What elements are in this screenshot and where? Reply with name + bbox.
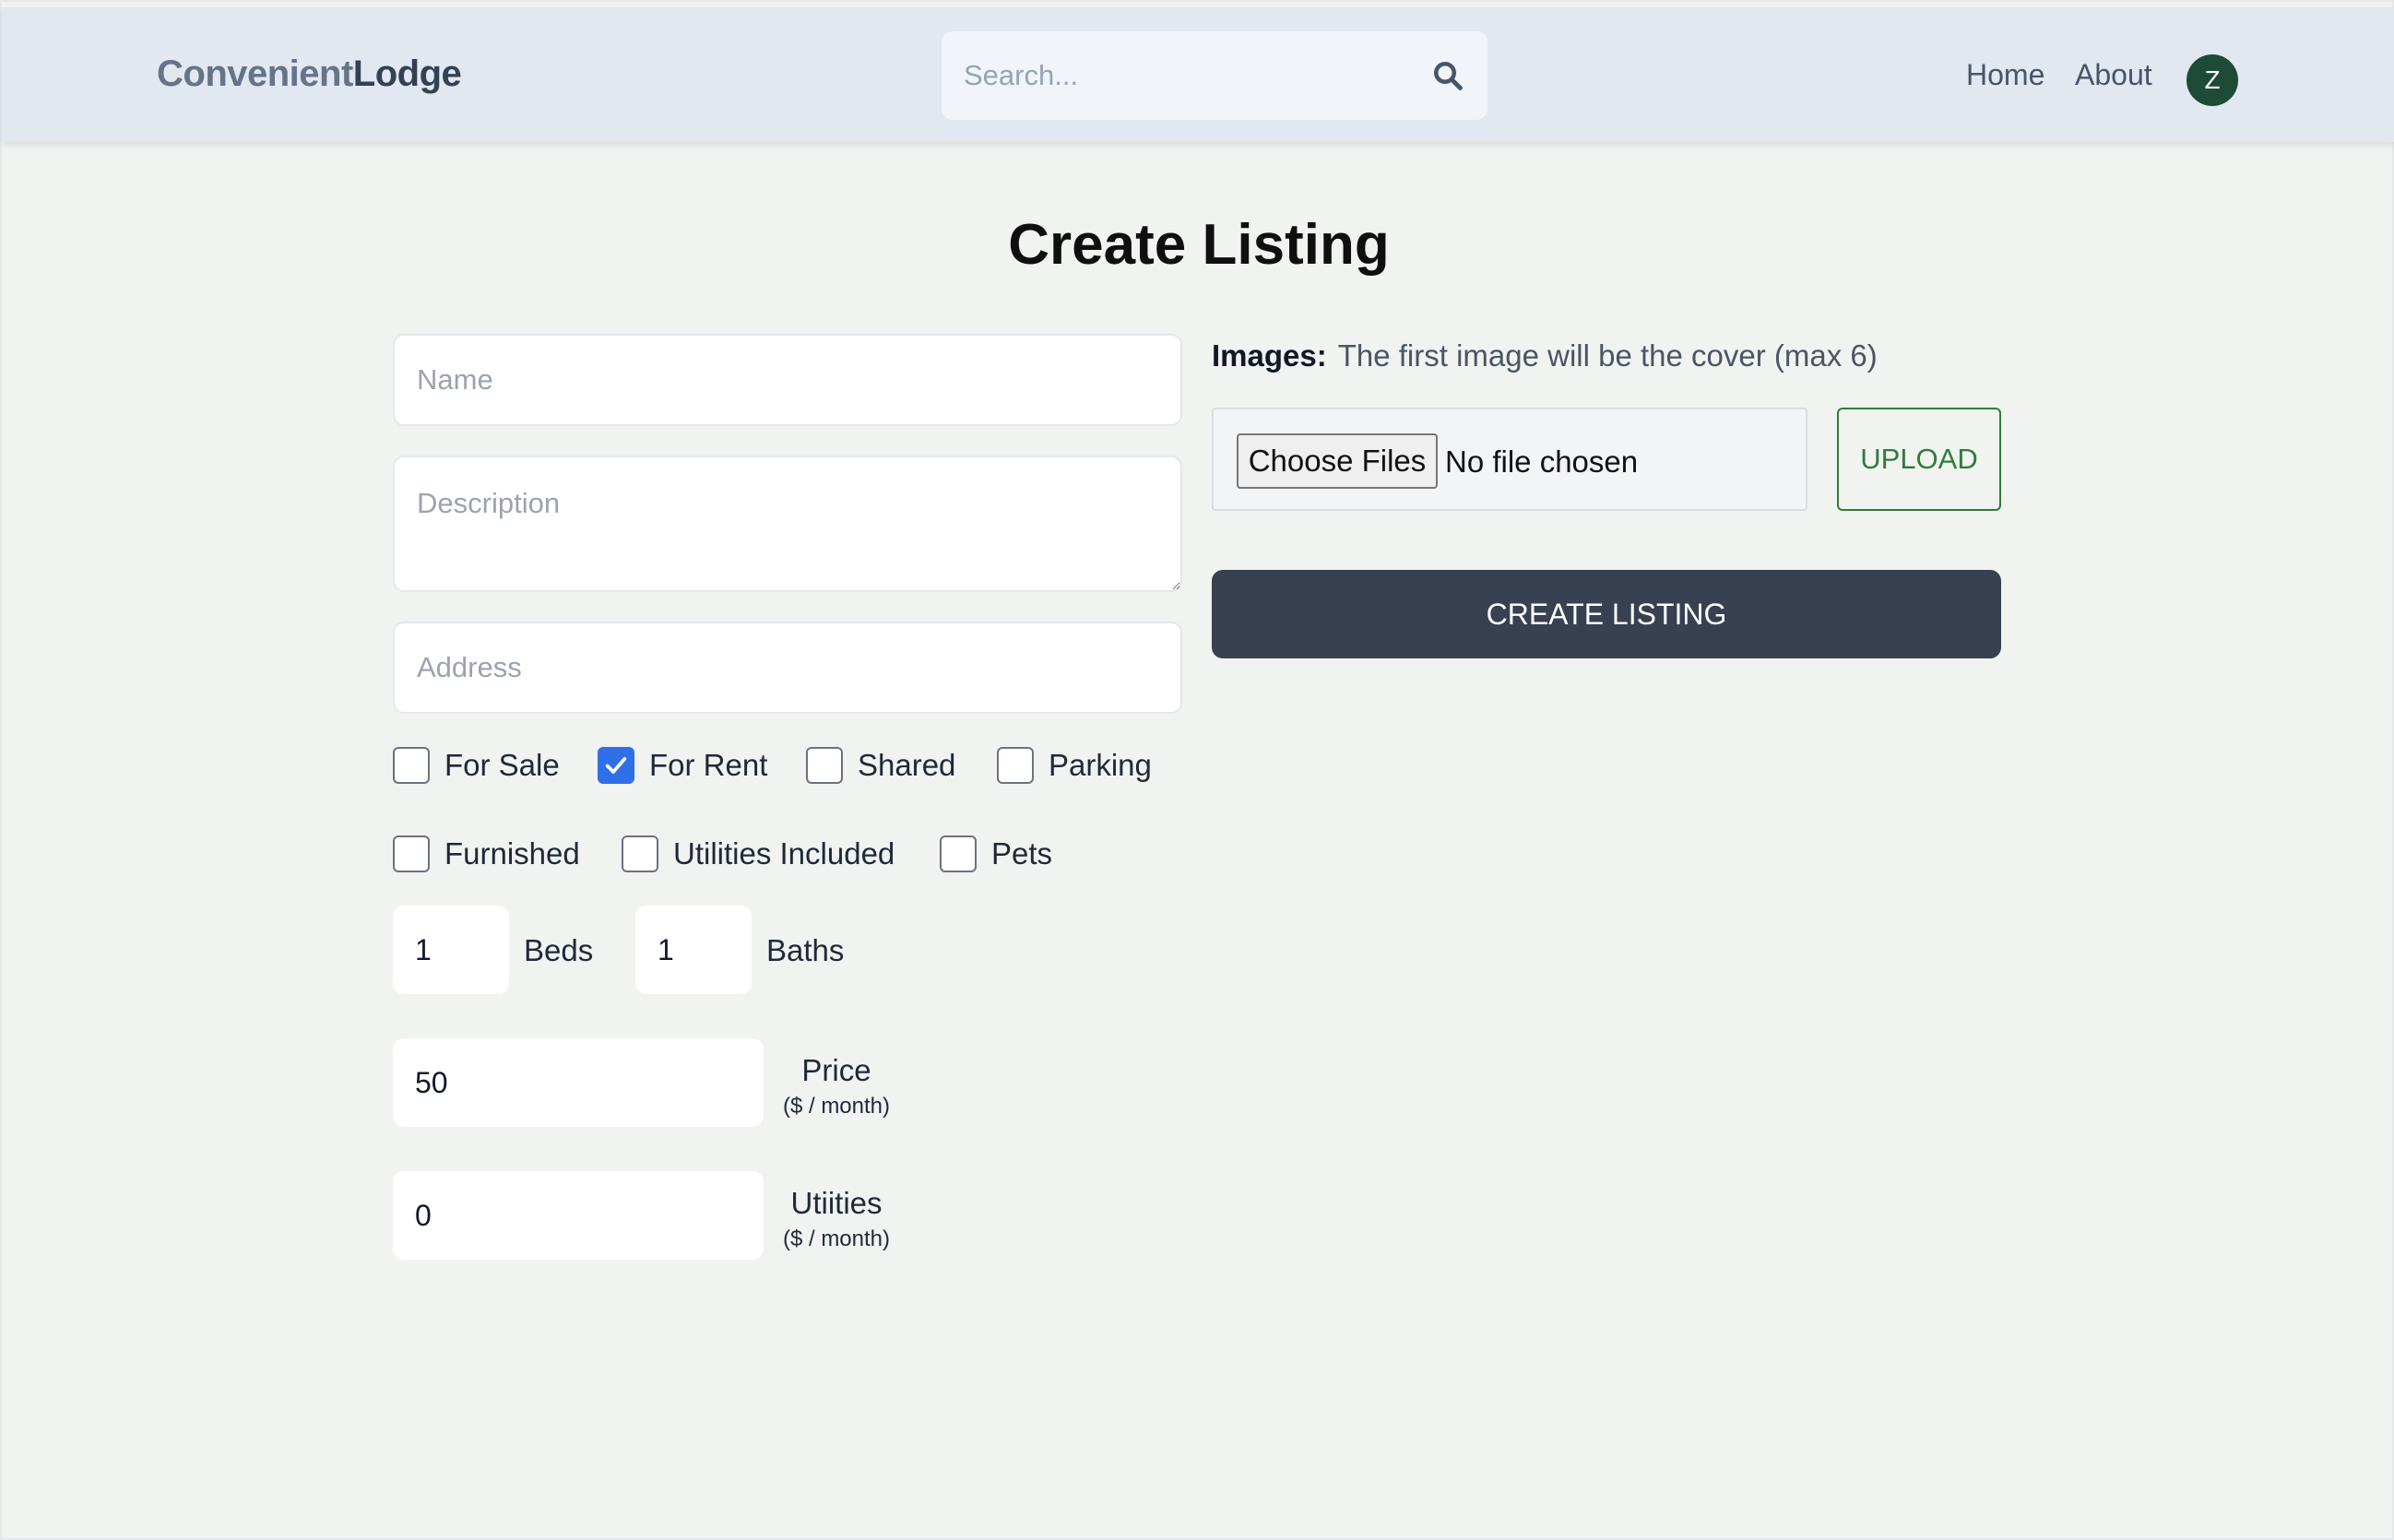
utilities-input[interactable] xyxy=(393,1171,764,1260)
price-unit: ($ / month) xyxy=(782,1094,891,1119)
description-field[interactable] xyxy=(393,456,1182,592)
checkbox-box[interactable] xyxy=(806,747,843,784)
create-listing-button[interactable]: CREATE LISTING xyxy=(1212,570,2001,658)
page-title: Create Listing xyxy=(1008,213,1390,277)
checkbox-label: For Rent xyxy=(649,748,768,782)
checkbox-box[interactable] xyxy=(393,747,430,784)
search-icon[interactable] xyxy=(1431,59,1464,92)
price-label-group: Price ($ / month) xyxy=(776,1053,896,1119)
checkmark-icon xyxy=(605,757,627,774)
page: ConvenientLodge Home About Z Create List… xyxy=(0,0,2394,1540)
checkbox-for-rent[interactable]: For Rent xyxy=(598,747,767,784)
logo-part-convenient: Convenient xyxy=(157,53,353,94)
checkbox-label: Utilities Included xyxy=(673,836,895,871)
checkbox-label: Furnished xyxy=(444,836,580,871)
checkbox-label: Shared xyxy=(858,748,956,782)
search-bar xyxy=(942,31,1487,120)
checkbox-label: Pets xyxy=(991,836,1053,871)
utilities-label: Utiities xyxy=(790,1186,883,1220)
search-input[interactable] xyxy=(964,31,1406,120)
site-logo[interactable]: ConvenientLodge xyxy=(157,53,462,95)
nav-home-link[interactable]: Home xyxy=(1966,58,2044,92)
images-hint: The first image will be the cover (max 6… xyxy=(1337,338,1878,373)
file-status: No file chosen xyxy=(1445,444,1639,479)
price-label: Price xyxy=(801,1053,871,1087)
checkbox-box-checked[interactable] xyxy=(598,747,634,784)
checkbox-parking[interactable]: Parking xyxy=(997,747,1152,784)
nav-about-link[interactable]: About xyxy=(2075,58,2152,92)
upload-button[interactable]: UPLOAD xyxy=(1837,408,2001,511)
checkbox-box[interactable] xyxy=(393,835,430,872)
beds-input[interactable] xyxy=(393,906,509,994)
checkbox-pets[interactable]: Pets xyxy=(940,835,1052,872)
checkbox-label: Parking xyxy=(1049,748,1152,782)
avatar[interactable]: Z xyxy=(2187,54,2238,106)
choose-files-button[interactable]: Choose Files xyxy=(1237,433,1438,489)
beds-label: Beds xyxy=(524,933,594,967)
name-field[interactable] xyxy=(393,334,1182,426)
checkbox-for-sale[interactable]: For Sale xyxy=(393,747,560,784)
top-header: ConvenientLodge Home About Z xyxy=(2,7,2394,142)
utilities-unit: ($ / month) xyxy=(782,1226,891,1251)
logo-part-lodge: Lodge xyxy=(352,53,462,94)
checkbox-box[interactable] xyxy=(997,747,1034,784)
file-picker: Choose Files No file chosen xyxy=(1212,408,1807,511)
checkbox-furnished[interactable]: Furnished xyxy=(393,835,580,872)
checkbox-label: For Sale xyxy=(444,748,560,782)
price-input[interactable] xyxy=(393,1038,764,1127)
checkbox-box[interactable] xyxy=(622,835,658,872)
baths-input[interactable] xyxy=(635,906,752,994)
checkbox-utilities-included[interactable]: Utilities Included xyxy=(622,835,895,872)
images-label-row: Images: The first image will be the cover… xyxy=(1212,338,1878,373)
utilities-label-group: Utiities ($ / month) xyxy=(776,1186,896,1252)
baths-label: Baths xyxy=(766,933,845,967)
checkbox-shared[interactable]: Shared xyxy=(806,747,955,784)
address-field[interactable] xyxy=(393,622,1182,714)
images-label: Images: xyxy=(1212,338,1327,373)
checkbox-box[interactable] xyxy=(940,835,977,872)
